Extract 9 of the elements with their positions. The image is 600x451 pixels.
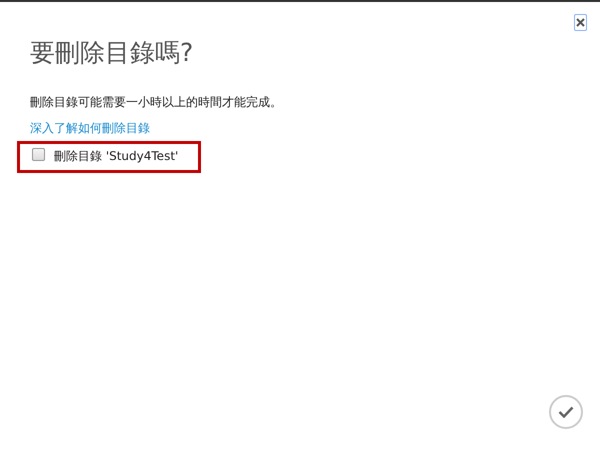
- checkbox-label: 刪除目錄 'Study4Test': [54, 148, 178, 165]
- help-link[interactable]: 深入了解如何刪除目錄: [30, 120, 150, 136]
- close-button[interactable]: [574, 14, 587, 31]
- confirm-button[interactable]: [549, 395, 583, 429]
- close-icon: [576, 18, 585, 27]
- checkmark-icon: [558, 406, 574, 418]
- dialog-title: 要刪除目錄嗎?: [30, 38, 194, 68]
- message-text: 刪除目錄可能需要一小時以上的時間才能完成。: [30, 94, 283, 110]
- checkbox[interactable]: [32, 148, 45, 161]
